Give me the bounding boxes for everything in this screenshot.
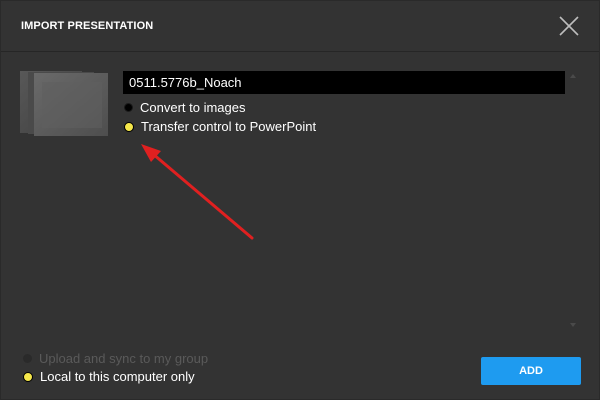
radio-selected-icon[interactable] — [23, 371, 33, 382]
option-label: Convert to images — [140, 100, 246, 115]
option-transfer-to-powerpoint[interactable]: Transfer control to PowerPoint — [124, 119, 316, 134]
add-button[interactable]: ADD — [481, 357, 581, 385]
scroll-down-icon[interactable] — [569, 322, 577, 328]
import-presentation-dialog: IMPORT PRESENTATION Convert to i — [0, 0, 600, 400]
option-convert-to-images[interactable]: Convert to images — [124, 100, 246, 115]
presentation-name-field[interactable] — [123, 71, 565, 94]
option-local-only[interactable]: Local to this computer only — [23, 369, 195, 384]
dialog-header: IMPORT PRESENTATION — [1, 1, 599, 52]
radio-disabled-icon[interactable] — [23, 354, 32, 363]
option-label: Transfer control to PowerPoint — [141, 119, 317, 134]
presentation-thumbnail — [20, 71, 108, 136]
scroll-up-icon[interactable] — [569, 73, 577, 79]
close-icon[interactable] — [558, 15, 580, 37]
dialog-title: IMPORT PRESENTATION — [21, 20, 154, 32]
radio-selected-icon[interactable] — [124, 121, 134, 132]
annotation-arrow-icon — [141, 144, 254, 240]
option-label: Local to this computer only — [40, 369, 195, 384]
option-upload-and-sync[interactable]: Upload and sync to my group — [23, 351, 208, 366]
radio-unselected-icon[interactable] — [124, 103, 133, 112]
option-label: Upload and sync to my group — [39, 351, 209, 366]
